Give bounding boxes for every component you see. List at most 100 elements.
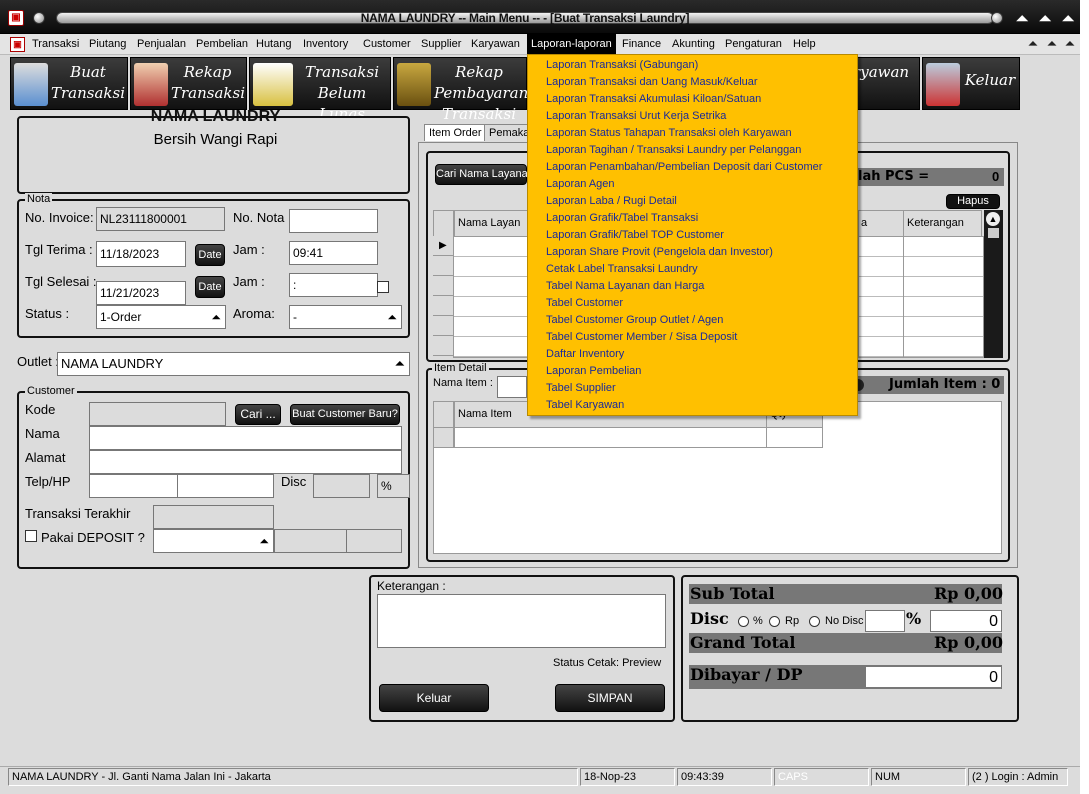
nota-field[interactable] [289, 209, 378, 233]
laporan-menu-item[interactable]: Laporan Status Tahapan Transaksi oleh Ka… [546, 125, 792, 142]
menu-finance[interactable]: Finance [620, 34, 663, 54]
item-row-qty[interactable] [766, 427, 823, 448]
tab-item-order[interactable]: Item Order [424, 124, 487, 141]
outlet-select[interactable]: NAMA LAUNDRY ⏶ [57, 352, 410, 376]
disc-none-radio[interactable] [809, 616, 820, 627]
disc-pct-input[interactable] [865, 610, 905, 632]
order-scrollbar[interactable]: ▲ [984, 210, 1003, 358]
nama-field[interactable] [89, 426, 402, 450]
menu-pengaturan[interactable]: Pengaturan [723, 34, 784, 54]
header-box: NAMA LAUNDRY Bersih Wangi Rapi [17, 108, 410, 194]
laporan-menu-item[interactable]: Tabel Supplier [546, 380, 616, 397]
laporan-menu-item[interactable]: Laporan Transaksi Akumulasi Kiloan/Satua… [546, 91, 761, 108]
menu-help[interactable]: Help [791, 34, 818, 54]
keluar-button[interactable]: Keluar [922, 57, 1020, 110]
invoice-label: No. Invoice: [25, 210, 94, 225]
simpan-button[interactable]: SIMPAN [555, 684, 665, 712]
selesai-date-button[interactable]: Date [195, 276, 225, 298]
tgl-selesai-field[interactable]: 11/21/2023 [96, 281, 186, 305]
maximize-icon[interactable]: ⏶ [1035, 9, 1055, 29]
menu-pembelian[interactable]: Pembelian [194, 34, 250, 54]
bayar-input[interactable]: 0 [865, 666, 1002, 688]
transaksi-belum-lunas-button[interactable]: Transaksi Belum Lunas [249, 57, 391, 123]
menu-penjualan[interactable]: Penjualan [135, 34, 188, 54]
laporan-menu-item[interactable]: Daftar Inventory [546, 346, 624, 363]
disc-pct-radio[interactable] [738, 616, 749, 627]
rekap-transaksi-button[interactable]: Rekap Transaksi [130, 57, 247, 110]
jam-field[interactable]: 09:41 [289, 241, 378, 265]
hp-field[interactable] [177, 474, 274, 498]
menu-karyawan[interactable]: Karyawan [469, 34, 522, 54]
laporan-menu-item[interactable]: Laporan Grafik/Tabel Transaksi [546, 210, 698, 227]
jam-selesai-checkbox[interactable] [377, 281, 389, 293]
minimize-icon[interactable]: ⏶ [1012, 9, 1032, 29]
nama-item-label: Nama Item : [433, 377, 493, 389]
child-close-icon[interactable]: ⏶ [1063, 36, 1077, 52]
laporan-menu-item[interactable]: Tabel Nama Layanan dan Harga [546, 278, 704, 295]
laporan-menu-item[interactable]: Laporan Transaksi (Gabungan) [546, 57, 698, 74]
menu-customer[interactable]: Customer [361, 34, 413, 54]
alamat-field[interactable] [89, 450, 402, 474]
laporan-menu-item[interactable]: Laporan Penambahan/Pembelian Deposit dar… [546, 159, 822, 176]
dropdown-icon: ⏶ [387, 310, 397, 324]
laporan-menu-item[interactable]: Cetak Label Transaksi Laundry [546, 261, 698, 278]
deposit-select[interactable]: ⏶ [153, 529, 274, 553]
item-row-nama[interactable] [454, 427, 767, 448]
child-minimize-icon[interactable]: ⏶ [1026, 36, 1040, 52]
laporan-menu-item[interactable]: Laporan Share Provit (Pengelola dan Inve… [546, 244, 773, 261]
laporan-menu-item[interactable]: Laporan Pembelian [546, 363, 641, 380]
cari-customer-button[interactable]: Cari ... [235, 404, 281, 425]
jam-selesai-field[interactable]: : [289, 273, 378, 297]
terima-date-button[interactable]: Date [195, 244, 225, 266]
menu-piutang[interactable]: Piutang [87, 34, 128, 54]
shop-rack-icon [134, 63, 168, 106]
child-restore-icon[interactable]: ⏶ [1045, 36, 1059, 52]
telp-field[interactable] [89, 474, 178, 498]
disc-rp-radio[interactable] [769, 616, 780, 627]
alamat-label: Alamat [25, 450, 66, 465]
col-divider [858, 236, 859, 358]
laporan-menu-item[interactable]: Tabel Customer Group Outlet / Agen [546, 312, 723, 329]
close-icon[interactable]: ⏶ [1058, 9, 1078, 29]
keluar-form-button[interactable]: Keluar [379, 684, 489, 712]
aroma-select[interactable]: - ⏶ [289, 305, 402, 329]
buat-transaksi-button[interactable]: Buat Transaksi [10, 57, 128, 110]
hapus-button[interactable]: Hapus [946, 194, 1000, 209]
cari-layanan-button[interactable]: Cari Nama Layanan [435, 164, 534, 185]
disc-value-input[interactable]: 0 [930, 610, 1002, 632]
status-address: NAMA LAUNDRY - Jl. Ganti Nama Jalan Ini … [8, 768, 578, 786]
laporan-menu-item[interactable]: Laporan Transaksi Urut Kerja Setrika [546, 108, 726, 125]
grandtotal-value: Rp 0,00 [934, 633, 1004, 652]
tgl-terima-field[interactable]: 11/18/2023 [96, 241, 186, 267]
app-icon[interactable]: ▣ [8, 10, 24, 26]
menu-supplier[interactable]: Supplier [419, 34, 463, 54]
keterangan-field[interactable] [377, 594, 666, 648]
buat-customer-button[interactable]: Buat Customer Baru? [290, 404, 400, 425]
scroll-up-icon[interactable]: ▲ [986, 212, 1000, 226]
laporan-menu-item[interactable]: Laporan Agen [546, 176, 615, 193]
terima-label: Tgl Terima : [25, 242, 93, 257]
title-knob-left [33, 12, 45, 24]
menu-laporan[interactable]: Laporan-laporan [527, 34, 616, 54]
laporan-menu-item[interactable]: Tabel Customer Member / Sisa Deposit [546, 329, 737, 346]
laporan-menu-item[interactable]: Tabel Karyawan [546, 397, 624, 414]
child-window-icon[interactable]: ▣ [10, 37, 25, 52]
menu-akunting[interactable]: Akunting [670, 34, 717, 54]
laporan-menu-item[interactable]: Laporan Laba / Rugi Detail [546, 193, 677, 210]
jumlah-item-label: Jumlah Item : 0 [889, 377, 1001, 392]
nama-item-field[interactable] [497, 376, 527, 398]
status-select[interactable]: 1-Order ⏶ [96, 305, 226, 329]
menu-hutang[interactable]: Hutang [254, 34, 293, 54]
status-cetak: Status Cetak: Preview [553, 657, 662, 669]
scroll-thumb[interactable] [988, 228, 999, 238]
rekap-pembayaran-button[interactable]: Rekap Pembayaran Transaksi [393, 57, 528, 123]
laporan-menu-item[interactable]: Laporan Grafik/Tabel TOP Customer [546, 227, 724, 244]
laporan-menu-item[interactable]: Laporan Tagihan / Transaksi Laundry per … [546, 142, 801, 159]
laporan-menu-item[interactable]: Laporan Transaksi dan Uang Masuk/Keluar [546, 74, 758, 91]
menu-transaksi[interactable]: Transaksi [30, 34, 81, 54]
deposit-checkbox[interactable] [25, 530, 37, 542]
terakhir-field [153, 505, 274, 529]
menu-inventory[interactable]: Inventory [301, 34, 350, 54]
laporan-menu-item[interactable]: Tabel Customer [546, 295, 623, 312]
current-row-icon: ▶ [439, 240, 447, 251]
